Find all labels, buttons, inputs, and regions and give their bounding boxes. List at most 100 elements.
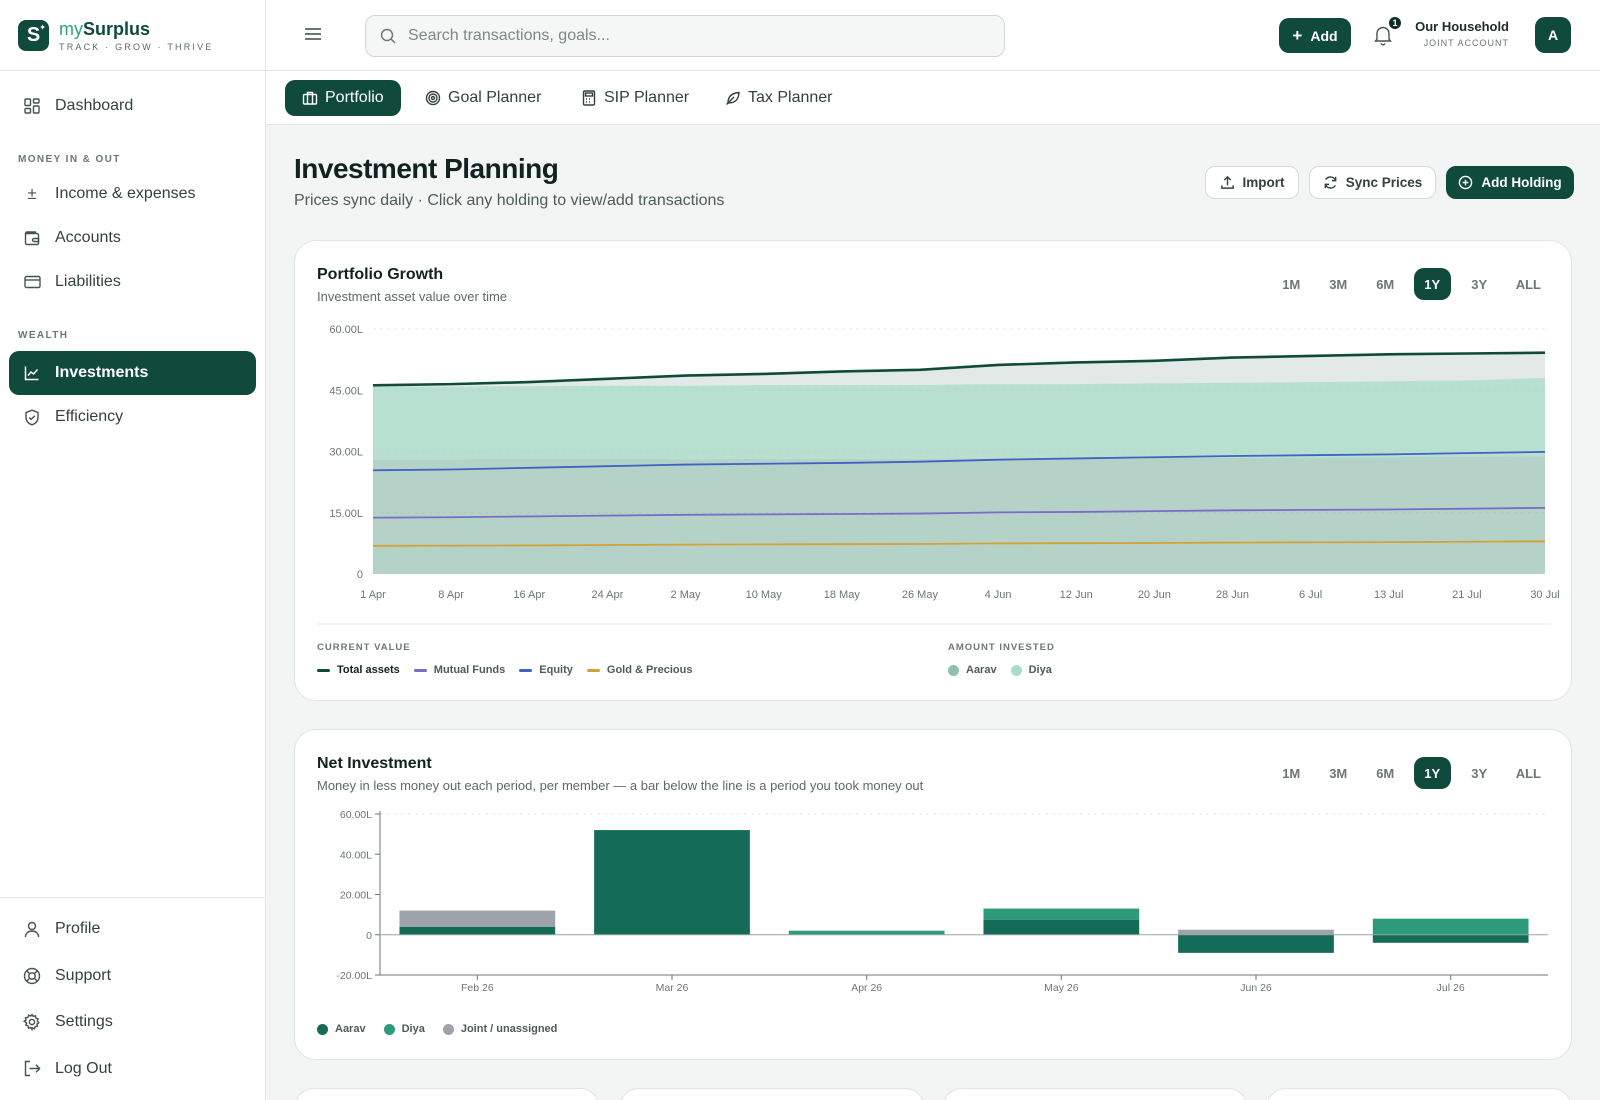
legend-item-diya[interactable]: Diya bbox=[1010, 664, 1052, 676]
portfolio-growth-chart: 0 15.00L 30.00L 45.00L 60.00L 1 Apr 8 Apr 16 Ap… bbox=[317, 324, 1560, 625]
net-investment-card: Net Investment Money in less money out e… bbox=[294, 729, 1572, 1060]
summary-card-stub bbox=[294, 1088, 600, 1100]
household-switcher[interactable]: Our Household JOINT ACCOUNT bbox=[1399, 19, 1509, 48]
summary-card-stub bbox=[619, 1088, 925, 1100]
brand-name: mySurplus bbox=[59, 18, 151, 39]
sidebar-item-investments[interactable]: Investments bbox=[9, 351, 256, 395]
sync-label: Sync Prices bbox=[1345, 175, 1423, 190]
legend-item-mutual-funds[interactable]: Mutual Funds bbox=[413, 664, 505, 676]
bar-aarav-jul-26 bbox=[1372, 934, 1529, 943]
bar-diya-may-26 bbox=[983, 908, 1140, 920]
bar-aarav-may-26 bbox=[983, 919, 1140, 935]
planner-tabs: Portfolio Goal Planner SIP Planner Tax P… bbox=[266, 71, 1600, 125]
sidebar-item-logout[interactable]: Log Out bbox=[9, 1046, 256, 1093]
x-tick-label: Mar 26 bbox=[656, 982, 689, 994]
bar-aarav-feb-26 bbox=[399, 926, 556, 935]
sidebar-item-profile[interactable]: Profile bbox=[9, 906, 256, 953]
tab-goal-planner[interactable]: Goal Planner bbox=[408, 80, 558, 116]
y-tick-label: 45.00L bbox=[329, 385, 363, 397]
x-tick-label: 6 Jul bbox=[1299, 589, 1322, 601]
x-tick-label: Jun 26 bbox=[1240, 982, 1272, 994]
tab-sip-planner[interactable]: SIP Planner bbox=[564, 80, 706, 116]
sidebar-item-label: Settings bbox=[55, 1013, 113, 1031]
y-tick-label: 30.00L bbox=[329, 447, 363, 459]
legend-item-aarav[interactable]: Aarav bbox=[948, 664, 997, 676]
sidebar-item-accounts[interactable]: Accounts bbox=[9, 216, 256, 260]
legend-item-gold[interactable]: Gold & Precious bbox=[586, 664, 692, 676]
gear-icon bbox=[23, 1013, 41, 1032]
net-legend: Aarav Diya Joint / unassigned bbox=[317, 1023, 557, 1035]
brand[interactable]: S ✦ mySurplus TRACK · GROW · THRIVE bbox=[0, 0, 265, 71]
brand-logo: S ✦ bbox=[18, 19, 49, 51]
add-holding-button[interactable]: Add Holding bbox=[1446, 166, 1574, 199]
top-bar: + Add 1 Our Household JOINT ACCOUNT A bbox=[266, 0, 1600, 71]
summary-card-stub bbox=[942, 1088, 1248, 1100]
x-tick-label: 2 May bbox=[671, 589, 701, 601]
bar-aarav-mar-26 bbox=[594, 830, 750, 935]
x-tick-label: Feb 26 bbox=[461, 982, 494, 994]
tab-tax-planner[interactable]: Tax Planner bbox=[708, 80, 850, 116]
avatar[interactable]: A bbox=[1535, 17, 1571, 53]
upload-icon bbox=[1220, 175, 1235, 190]
legend-item-joint[interactable]: Joint / unassigned bbox=[442, 1023, 557, 1035]
area-aarav bbox=[373, 456, 1545, 574]
household-name: Our Household bbox=[1415, 19, 1509, 34]
sidebar-item-label: Log Out bbox=[55, 1059, 112, 1077]
search-box[interactable] bbox=[365, 15, 1005, 57]
legend-item-equity[interactable]: Equity bbox=[519, 664, 573, 676]
sidebar-item-dashboard[interactable]: Dashboard bbox=[9, 84, 256, 128]
x-tick-label: May 26 bbox=[1044, 982, 1079, 994]
sidebar-item-efficiency[interactable]: Efficiency bbox=[9, 395, 256, 439]
x-tick-label: 18 May bbox=[824, 589, 861, 601]
legend-invested-head: AMOUNT INVESTED bbox=[948, 642, 1055, 653]
legend-current-head: CURRENT VALUE bbox=[317, 642, 411, 653]
y-tick-label: 60.00L bbox=[329, 324, 363, 336]
page-title: Investment Planning bbox=[294, 153, 559, 184]
sync-prices-button[interactable]: Sync Prices bbox=[1309, 166, 1436, 199]
portfolio-growth-card: Portfolio Growth Investment asset value … bbox=[294, 240, 1572, 701]
leaf-icon bbox=[725, 90, 741, 106]
notifications-button[interactable]: 1 bbox=[1373, 15, 1403, 46]
menu-icon[interactable] bbox=[304, 26, 322, 42]
add-button[interactable]: + Add bbox=[1279, 18, 1351, 53]
refresh-icon bbox=[1323, 175, 1338, 190]
search-input[interactable] bbox=[408, 27, 968, 45]
y-tick-label: 60.00L bbox=[340, 809, 372, 821]
import-button[interactable]: Import bbox=[1205, 166, 1299, 199]
shield-icon bbox=[23, 408, 41, 426]
tab-label: SIP Planner bbox=[604, 89, 690, 106]
x-tick-label: 12 Jun bbox=[1060, 589, 1093, 601]
sidebar-item-label: Dashboard bbox=[55, 97, 134, 114]
lifebuoy-icon bbox=[23, 967, 41, 985]
tab-label: Goal Planner bbox=[448, 89, 542, 106]
sidebar-item-liabilities[interactable]: Liabilities bbox=[9, 260, 256, 304]
legend-item-diya[interactable]: Diya bbox=[383, 1023, 425, 1035]
add-holding-label: Add Holding bbox=[1481, 175, 1562, 190]
legend-item-total-assets[interactable]: Total assets bbox=[317, 664, 400, 676]
bar-diya-jul-26 bbox=[1372, 918, 1529, 935]
wallet-icon bbox=[23, 229, 41, 247]
sidebar-item-label: Accounts bbox=[55, 229, 121, 246]
tab-label: Portfolio bbox=[325, 89, 384, 106]
credit-card-icon bbox=[23, 273, 41, 291]
sidebar-item-label: Liabilities bbox=[55, 273, 121, 290]
tab-portfolio[interactable]: Portfolio bbox=[285, 80, 401, 116]
x-tick-label: Apr 26 bbox=[851, 982, 882, 994]
y-tick-label: 20.00L bbox=[340, 890, 372, 902]
sidebar-item-support[interactable]: Support bbox=[9, 953, 256, 1000]
sidebar-bottom-nav: Profile Support Settings Log Out bbox=[0, 897, 265, 1092]
legend-current: Total assets Mutual Funds Equity Gold & … bbox=[317, 664, 692, 676]
sidebar: S ✦ mySurplus TRACK · GROW · THRIVE Dashb… bbox=[0, 0, 266, 1100]
x-tick-label: 10 May bbox=[746, 589, 783, 601]
legend-item-aarav[interactable]: Aarav bbox=[317, 1023, 366, 1035]
sidebar-item-settings[interactable]: Settings bbox=[9, 999, 256, 1046]
brand-tagline: TRACK · GROW · THRIVE bbox=[59, 41, 214, 52]
briefcase-icon bbox=[302, 90, 318, 106]
x-tick-label: 20 Jun bbox=[1138, 589, 1171, 601]
x-tick-label: 28 Jun bbox=[1216, 589, 1249, 601]
net-investment-chart: -20.00L 0 20.00L 40.00L 60.00L Feb 26 Mar 26 Ap… bbox=[336, 809, 1548, 994]
bar-joint-unassigned-feb-26 bbox=[399, 910, 556, 927]
tab-label: Tax Planner bbox=[748, 89, 833, 106]
plus-circle-icon bbox=[1458, 175, 1473, 190]
sidebar-item-income-expenses[interactable]: ± Income & expenses bbox=[9, 172, 256, 216]
